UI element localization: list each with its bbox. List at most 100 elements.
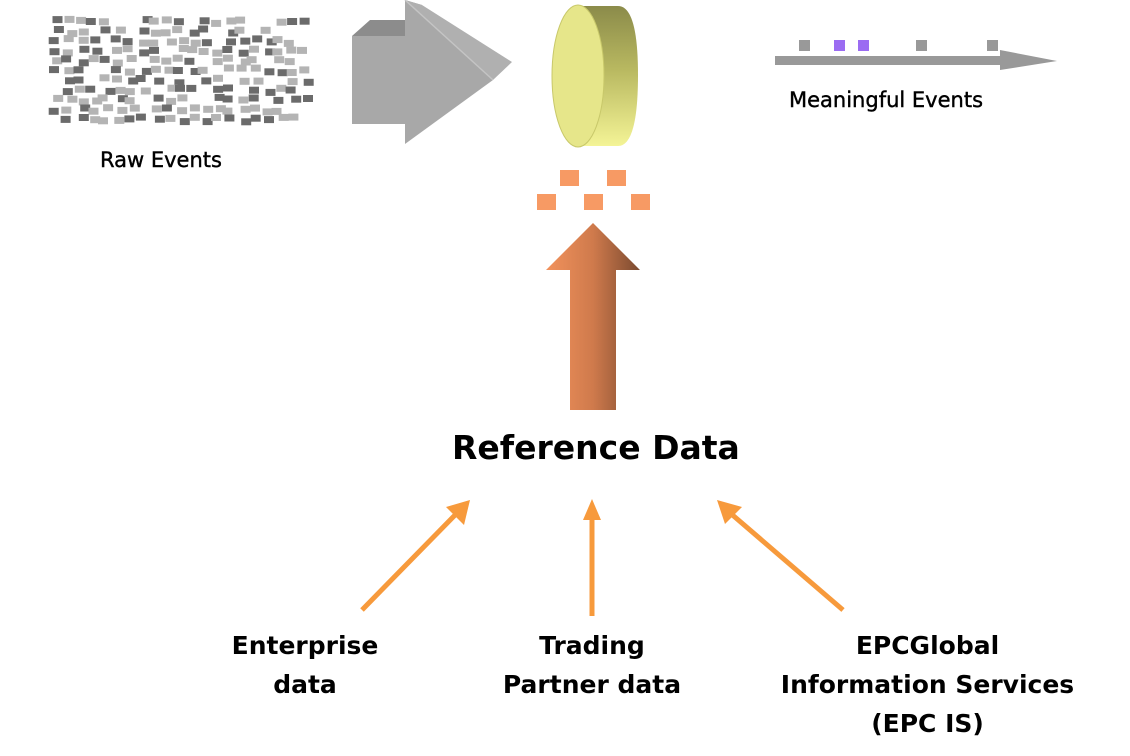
raw-event-marker: [222, 46, 233, 53]
raw-event-marker: [73, 66, 84, 74]
raw-event-marker: [241, 118, 252, 126]
raw-event-marker: [154, 115, 165, 123]
raw-event-marker: [250, 64, 261, 72]
raw-event-marker: [92, 47, 103, 55]
raw-event-marker: [161, 57, 172, 65]
raw-event-marker: [212, 58, 223, 66]
raw-event-marker: [187, 46, 198, 54]
raw-event-marker: [276, 84, 287, 92]
raw-event-marker: [273, 96, 284, 104]
raw-event-marker: [140, 87, 151, 95]
raw-event-marker: [48, 37, 59, 45]
raw-event-marker: [198, 48, 209, 55]
raw-event-marker: [211, 114, 221, 121]
raw-event-marker: [52, 16, 63, 24]
raw-event-marker: [287, 18, 298, 25]
raw-event-marker: [177, 94, 188, 102]
raw-event-marker: [278, 113, 289, 121]
raw-event-marker: [235, 16, 246, 24]
raw-event-marker: [139, 27, 150, 35]
raw-event-marker: [61, 55, 72, 63]
raw-event-marker: [201, 39, 212, 47]
raw-event-marker: [60, 115, 71, 123]
raw-event-marker: [161, 104, 172, 112]
raw-event-marker: [88, 107, 99, 115]
raw-event-marker: [172, 67, 183, 74]
raw-event-marker: [78, 59, 89, 67]
raw-event-marker: [78, 98, 89, 106]
raw-event-marker: [177, 107, 188, 115]
raw-event-marker: [85, 85, 96, 93]
raw-event-marker: [112, 75, 122, 83]
raw-event-marker: [274, 56, 285, 64]
up-arrow-icon: [546, 223, 640, 410]
enterprise-arrow-icon: [360, 500, 470, 612]
raw-event-marker: [88, 55, 99, 63]
reference-data-label: Reference Data: [452, 428, 740, 467]
raw-event-marker: [148, 39, 159, 47]
raw-event-marker: [49, 48, 60, 56]
raw-event-marker: [203, 105, 214, 113]
raw-event-marker: [297, 46, 307, 54]
raw-event-marker: [260, 26, 271, 34]
raw-event-marker: [283, 39, 294, 47]
reference-data-squares: [537, 170, 650, 210]
event-marker: [987, 40, 998, 51]
raw-event-marker: [149, 46, 159, 54]
raw-event-marker: [240, 105, 251, 113]
event-marker-highlight: [858, 40, 869, 51]
raw-event-marker: [115, 26, 126, 34]
raw-event-marker: [98, 117, 108, 125]
raw-event-marker: [139, 39, 150, 47]
raw-event-marker: [286, 69, 297, 76]
raw-event-marker: [201, 77, 212, 85]
raw-event-marker: [149, 55, 160, 63]
source-epcis-line2: Information Services: [780, 670, 1075, 699]
raw-event-marker: [186, 84, 197, 92]
raw-event-marker: [110, 66, 121, 74]
raw-event-marker: [97, 94, 108, 102]
raw-event-marker: [189, 104, 200, 112]
timeline-arrow-icon: [775, 40, 1057, 70]
raw-event-marker: [189, 113, 200, 121]
raw-event-marker: [78, 114, 89, 121]
raw-event-marker: [253, 77, 264, 85]
raw-event-marker: [238, 49, 249, 57]
raw-event-marker: [124, 97, 135, 105]
raw-event-marker: [78, 36, 89, 44]
source-epcis: EPCGlobal Information Services (EPC IS): [765, 626, 1090, 743]
raw-event-marker: [112, 59, 123, 67]
epcis-arrow-icon: [717, 500, 845, 612]
raw-event-marker: [179, 118, 190, 126]
raw-event-marker: [287, 78, 298, 86]
raw-event-marker: [154, 77, 165, 85]
raw-event-marker: [272, 36, 283, 44]
raw-event-marker: [223, 64, 234, 72]
raw-event-marker: [48, 107, 59, 115]
raw-event-marker: [139, 49, 150, 57]
raw-event-marker: [264, 116, 274, 124]
raw-event-marker: [239, 77, 250, 85]
raw-event-marker: [222, 54, 233, 62]
raw-event-marker: [112, 46, 122, 54]
source-epcis-line3: (EPC IS): [871, 709, 984, 738]
raw-event-marker: [114, 116, 125, 124]
raw-event-marker: [222, 95, 233, 103]
raw-event-marker: [190, 39, 201, 47]
raw-event-marker: [250, 114, 261, 122]
raw-event-marker: [240, 37, 251, 45]
raw-event-marker: [129, 104, 140, 112]
raw-event-marker: [222, 107, 233, 115]
raw-event-marker: [166, 38, 177, 46]
source-trading-partner: Trading Partner data: [482, 626, 702, 704]
raw-event-marker: [110, 35, 121, 43]
raw-event-marker: [211, 19, 222, 27]
raw-event-marker: [166, 97, 177, 105]
raw-event-marker: [49, 66, 59, 74]
source-enterprise-line1: Enterprise: [231, 631, 379, 660]
trading-partner-arrow-icon: [583, 499, 601, 616]
raw-event-marker: [199, 17, 210, 25]
event-marker-highlight: [834, 40, 845, 51]
raw-event-marker: [64, 15, 75, 23]
process-arrow-icon: [352, 0, 512, 144]
